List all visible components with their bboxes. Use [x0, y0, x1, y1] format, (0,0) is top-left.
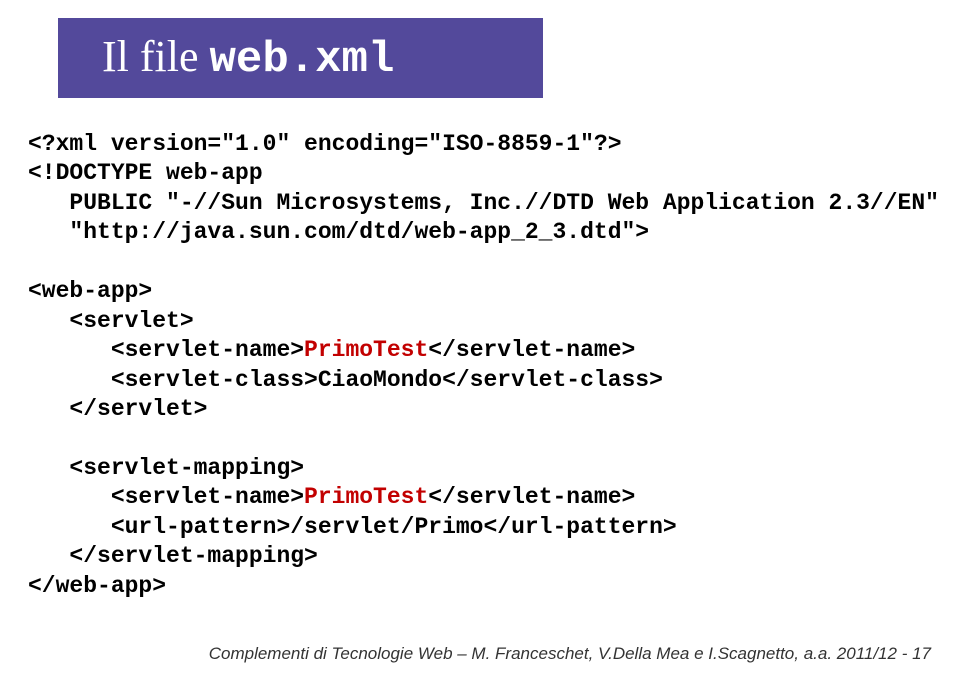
- slide-footer: Complementi di Tecnologie Web – M. Franc…: [209, 644, 931, 664]
- code-line: <servlet>: [28, 308, 194, 334]
- code-line: <?xml version="1.0" encoding="ISO-8859-1…: [28, 131, 622, 157]
- code-line: PUBLIC "-//Sun Microsystems, Inc.//DTD W…: [28, 190, 939, 216]
- code-line: <!DOCTYPE web-app: [28, 160, 263, 186]
- code-line: <web-app>: [28, 278, 152, 304]
- title-filename: web.xml: [210, 35, 395, 85]
- code-line: <servlet-class>CiaoMondo</servlet-class>: [28, 367, 663, 393]
- code-line: </servlet-mapping>: [28, 543, 318, 569]
- code-line: <servlet-name>: [28, 337, 304, 363]
- code-line: </servlet-name>: [428, 484, 635, 510]
- code-line: <url-pattern>/servlet/Primo</url-pattern…: [28, 514, 677, 540]
- slide-title: Il file web.xml: [102, 31, 394, 85]
- title-banner: Il file web.xml: [58, 18, 543, 98]
- code-line: <servlet-mapping>: [28, 455, 304, 481]
- code-block: <?xml version="1.0" encoding="ISO-8859-1…: [28, 130, 931, 601]
- code-line: </web-app>: [28, 573, 166, 599]
- servlet-name-value: PrimoTest: [304, 484, 428, 510]
- title-prefix: Il file: [102, 32, 210, 81]
- servlet-name-value: PrimoTest: [304, 337, 428, 363]
- code-line: </servlet>: [28, 396, 207, 422]
- code-line: </servlet-name>: [428, 337, 635, 363]
- code-line: <servlet-name>: [28, 484, 304, 510]
- code-line: "http://java.sun.com/dtd/web-app_2_3.dtd…: [28, 219, 649, 245]
